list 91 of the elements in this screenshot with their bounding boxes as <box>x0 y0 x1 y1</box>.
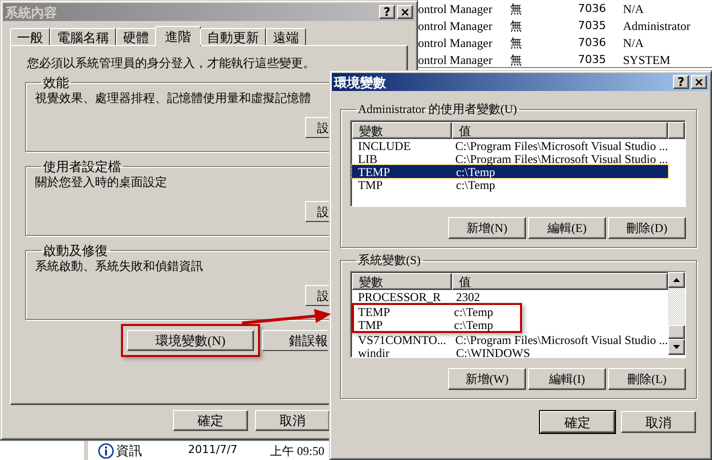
group-description: 關於您登入時的桌面設定 <box>35 175 167 189</box>
variable-value: C:\Program Files\Microsoft Visual Studio ... <box>454 334 668 346</box>
list-action-button[interactable]: 編輯(E) <box>528 217 606 239</box>
tab[interactable]: 自動更新 <box>200 28 266 45</box>
group-title: Administrator 的使用者變數(U) <box>357 103 518 115</box>
admin-notice: 您必須以系統管理員的身分登入，才能執行這些變更。 <box>27 56 316 70</box>
list-row[interactable]: INCLUDE C:\Program Files\Microsoft Visual Studio ... <box>352 139 668 152</box>
tab[interactable]: 一般 <box>10 28 50 45</box>
group-description: 系統啟動、系統失敗和偵錯資訊 <box>35 259 203 273</box>
group-title: 系統變數(S) <box>357 254 422 266</box>
list-action-button[interactable]: 刪除(L) <box>608 368 686 390</box>
variable-value: C:\Program Files\Microsoft Visual Studio ... <box>454 140 668 152</box>
list-row[interactable]: TMP c:\Temp <box>354 318 520 331</box>
tab[interactable]: 遠端 <box>266 28 306 45</box>
event-user: N/A <box>623 2 644 14</box>
list-action-button[interactable]: 刪除(D) <box>608 217 686 239</box>
variable-name: TEMP <box>357 306 392 318</box>
event-id: 7036 <box>578 37 607 48</box>
event-user: SYSTEM <box>623 54 670 66</box>
column-header[interactable]: 值 <box>452 122 668 139</box>
help-button[interactable]: ? <box>673 75 689 89</box>
event-id: 7035 <box>578 20 607 31</box>
dialog-button[interactable]: 確定 <box>173 410 248 431</box>
group-title: 啟動及修復 <box>42 244 109 257</box>
event-category: 無 <box>510 54 523 66</box>
variable-value: c:\Temp <box>453 318 494 330</box>
group-title: 使用者設定檔 <box>42 160 122 173</box>
panel-button[interactable]: 環境變數(N) <box>127 330 254 351</box>
column-header[interactable]: 值 <box>452 273 668 290</box>
column-header[interactable]: 變數 <box>352 273 452 290</box>
settings-button[interactable]: 設 <box>305 285 330 306</box>
list-action-button[interactable]: 編輯(I) <box>528 368 606 390</box>
list-row[interactable]: PROCESSOR_R 2302 <box>352 290 668 303</box>
variable-name: TEMP <box>357 166 392 178</box>
dialog-button[interactable]: 取消 <box>621 411 696 433</box>
event-time: 上午 09:50 <box>270 442 324 460</box>
dialog-button[interactable]: 確定 <box>540 411 615 433</box>
event-source: ontrol Manager <box>417 54 494 66</box>
help-button[interactable]: ? <box>379 5 395 19</box>
settings-button[interactable]: 設 <box>305 117 330 138</box>
variable-name: LIB <box>357 152 378 164</box>
list-row[interactable]: TEMP c:\Temp <box>352 165 668 178</box>
variable-name: INCLUDE <box>357 140 412 152</box>
event-user: N/A <box>623 36 644 48</box>
column-header[interactable]: 變數 <box>352 122 452 139</box>
event-category: 無 <box>510 20 523 32</box>
event-id: 7035 <box>578 54 607 65</box>
event-category: 無 <box>510 36 523 48</box>
tab[interactable]: 進階 <box>155 26 201 46</box>
variable-value: C:\WINDOWS <box>456 346 530 357</box>
window-title: 環境變數 <box>334 76 386 88</box>
variable-value: C:\Program Files\Microsoft Visual Studio ... <box>454 152 668 164</box>
variable-name: windir <box>357 346 390 357</box>
dialog-button[interactable]: 取消 <box>255 410 330 431</box>
variable-name: PROCESSOR_R <box>357 290 442 302</box>
event-type: 資訊 <box>116 442 143 460</box>
list-action-button[interactable]: 新增(N) <box>448 217 526 239</box>
window-title: 系統內容 <box>5 6 57 18</box>
variable-name: VS71COMNTO... <box>357 334 448 346</box>
variable-value: 2302 <box>455 290 480 302</box>
event-source: ontrol Manager <box>417 36 494 48</box>
close-button[interactable]: × <box>397 5 413 19</box>
list-row[interactable]: windir C:\WINDOWS <box>352 346 668 357</box>
list-row[interactable]: TMP c:\Temp <box>352 178 668 191</box>
down-arrow-icon <box>673 345 680 349</box>
variable-value: c:\Temp <box>455 178 496 190</box>
event-user: Administrator <box>623 20 690 32</box>
up-arrow-icon <box>673 278 680 282</box>
event-source: ontrol Manager <box>417 2 494 14</box>
event-source: ontrol Manager <box>417 20 494 32</box>
close-button[interactable]: × <box>691 75 707 89</box>
list-action-button[interactable]: 新增(W) <box>448 368 526 390</box>
event-id: 7036 <box>578 3 607 14</box>
scroll-down-button[interactable] <box>668 339 685 355</box>
variable-name: TMP <box>357 178 384 190</box>
list-row[interactable]: LIB C:\Program Files\Microsoft Visual Studio ... <box>352 152 668 165</box>
list-row[interactable]: VS71COMNTO... C:\Program Files\Microsoft Visual Studio ... <box>352 333 668 346</box>
list-row[interactable]: TEMP c:\Temp <box>354 305 520 318</box>
group-title: 效能 <box>42 76 70 89</box>
variable-name: TMP <box>357 318 384 330</box>
variable-value: c:\Temp <box>456 166 496 178</box>
panel-button[interactable]: 錯誤報 <box>262 330 328 351</box>
variable-value: c:\Temp <box>453 306 494 318</box>
group-description: 視覺效果、處理器排程、記憶體使用量和虛擬記憶體 <box>35 91 311 105</box>
scroll-thumb[interactable] <box>668 325 685 339</box>
scroll-up-button[interactable] <box>668 272 685 288</box>
event-date: 2011/7/7 <box>188 442 238 458</box>
tab[interactable]: 電腦名稱 <box>50 28 116 45</box>
event-category: 無 <box>510 2 523 14</box>
tab[interactable]: 硬體 <box>116 28 156 45</box>
settings-button[interactable]: 設 <box>305 201 330 222</box>
